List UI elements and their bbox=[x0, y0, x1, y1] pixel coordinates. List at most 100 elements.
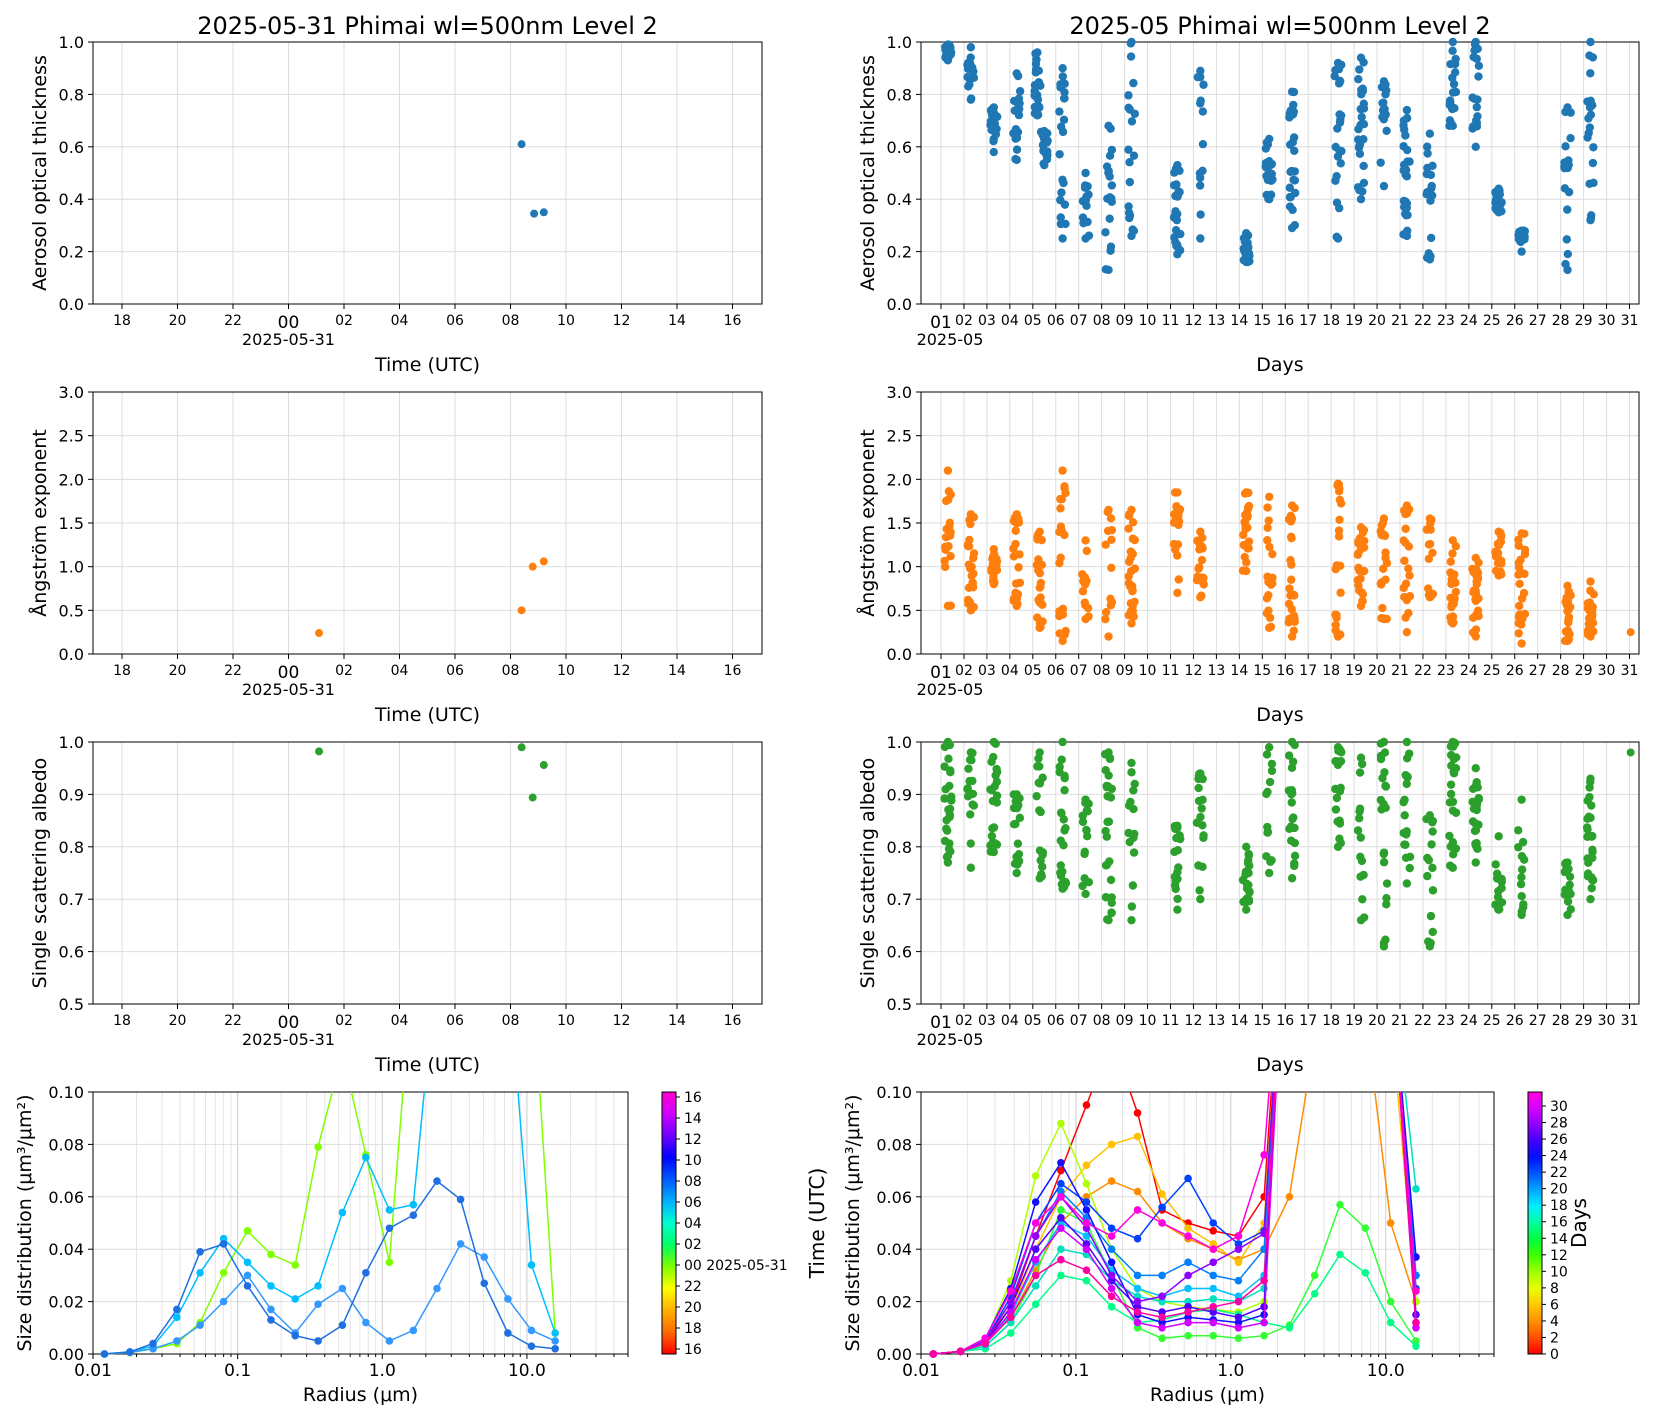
data-point bbox=[1399, 797, 1408, 807]
data-point bbox=[1469, 613, 1478, 623]
series-line bbox=[104, 1180, 556, 1355]
data-point bbox=[1083, 182, 1092, 191]
data-point bbox=[1428, 886, 1438, 895]
data-point bbox=[1336, 1200, 1344, 1209]
data-point bbox=[1428, 927, 1437, 937]
monthly_ssa-panel: 01 02 03 04 05 06 07 08 09 10 11 12 13 14 15 16 17 18 19 20… bbox=[857, 733, 1640, 1076]
data-point bbox=[1198, 139, 1208, 149]
y-tick-label: 1.5 bbox=[59, 514, 84, 533]
data-point bbox=[1311, 826, 1319, 834]
data-point bbox=[1196, 593, 1205, 602]
data-points bbox=[315, 557, 548, 638]
data-point bbox=[314, 1337, 322, 1345]
data-point bbox=[1107, 145, 1117, 155]
x-tick-label: 24 bbox=[1460, 313, 1478, 329]
x-tick-label: 1.0 bbox=[369, 1361, 396, 1381]
data-point bbox=[1011, 134, 1020, 143]
colorbar-label: Days bbox=[1567, 1198, 1591, 1248]
y-tick-label: 0.02 bbox=[876, 1293, 912, 1312]
colorbar-tick-label: 28 bbox=[1550, 1116, 1568, 1132]
data-point bbox=[1285, 1324, 1294, 1332]
data-point bbox=[1196, 234, 1205, 243]
data-point bbox=[1472, 801, 1481, 811]
x-date-label: 2025-05-31 bbox=[242, 1030, 335, 1049]
data-point bbox=[1081, 168, 1090, 178]
x-tick-label: 16 bbox=[1276, 313, 1294, 329]
data-point bbox=[1362, 826, 1370, 834]
data-point bbox=[1403, 772, 1412, 782]
data-point bbox=[1102, 162, 1112, 171]
data-point bbox=[1133, 1187, 1142, 1196]
data-point bbox=[1082, 576, 1091, 586]
x-tick-label: 28 bbox=[1552, 313, 1570, 329]
data-point bbox=[1174, 520, 1183, 530]
data-point bbox=[1082, 1179, 1091, 1188]
data-point bbox=[1127, 915, 1136, 925]
x-tick-label: 20 bbox=[169, 1013, 187, 1029]
data-point bbox=[1127, 231, 1136, 241]
x-tick-label: 03 bbox=[978, 313, 996, 329]
y-tick-label: 0.4 bbox=[887, 190, 912, 209]
data-point bbox=[1425, 811, 1435, 820]
data-point bbox=[1585, 783, 1594, 792]
data-point bbox=[1209, 1318, 1218, 1327]
data-point bbox=[1031, 68, 1041, 77]
data-point bbox=[1042, 150, 1051, 159]
data-point bbox=[943, 40, 953, 49]
data-point bbox=[1082, 825, 1091, 835]
data-point bbox=[1334, 532, 1344, 541]
data-point bbox=[1245, 887, 1254, 896]
data-points bbox=[315, 743, 548, 802]
data-point bbox=[1158, 1271, 1166, 1280]
y-tick-label: 0.0 bbox=[59, 295, 84, 314]
data-point bbox=[1402, 105, 1412, 115]
daily_angstrom-panel: 18 20 22 00 02 04 06 08 10 12 14 162025-05-310.00.5… bbox=[28, 383, 763, 726]
data-point bbox=[1195, 886, 1204, 895]
data-point bbox=[1234, 1334, 1243, 1343]
data-point bbox=[989, 137, 998, 146]
data-point bbox=[1056, 861, 1065, 870]
data-point bbox=[1081, 536, 1090, 545]
data-point bbox=[945, 522, 954, 531]
data-point bbox=[1040, 160, 1049, 170]
data-point bbox=[964, 764, 973, 773]
data-point bbox=[1446, 557, 1455, 566]
data-point bbox=[1362, 826, 1370, 834]
data-point bbox=[1382, 558, 1392, 568]
data-point bbox=[1011, 579, 1021, 588]
data-point bbox=[1107, 181, 1117, 190]
data-point bbox=[528, 562, 537, 571]
data-point bbox=[1196, 96, 1205, 105]
data-point bbox=[1412, 1185, 1420, 1193]
data-point bbox=[1379, 942, 1389, 951]
data-point bbox=[1586, 632, 1595, 641]
data-point bbox=[1082, 1161, 1091, 1170]
data-point bbox=[1626, 748, 1635, 757]
data-point bbox=[1007, 1287, 1015, 1295]
data-point bbox=[1362, 826, 1370, 834]
data-point bbox=[1081, 889, 1090, 899]
data-point bbox=[1172, 180, 1181, 189]
data-point bbox=[1358, 895, 1367, 904]
data-point bbox=[1387, 957, 1395, 965]
data-point bbox=[1428, 161, 1437, 171]
x-tick-label: 02 bbox=[335, 1013, 353, 1029]
data-point bbox=[1515, 601, 1524, 611]
data-point bbox=[1423, 188, 1432, 197]
x-tick-label: 10 bbox=[557, 663, 575, 679]
data-point bbox=[1032, 80, 1042, 89]
data-point bbox=[1012, 601, 1021, 611]
data-point bbox=[1491, 860, 1500, 869]
colorbar-tick-label: 18 bbox=[1550, 1198, 1568, 1214]
data-point bbox=[1196, 66, 1205, 76]
data-point bbox=[1425, 593, 1435, 602]
data-point bbox=[1362, 826, 1370, 834]
data-point bbox=[969, 801, 979, 810]
x-tick-label: 15 bbox=[1253, 663, 1271, 679]
data-point bbox=[1055, 767, 1064, 777]
data-point bbox=[433, 1284, 441, 1293]
data-point bbox=[1129, 78, 1138, 88]
data-point bbox=[1387, 957, 1395, 965]
data-point bbox=[941, 545, 950, 555]
data-point bbox=[966, 43, 976, 52]
